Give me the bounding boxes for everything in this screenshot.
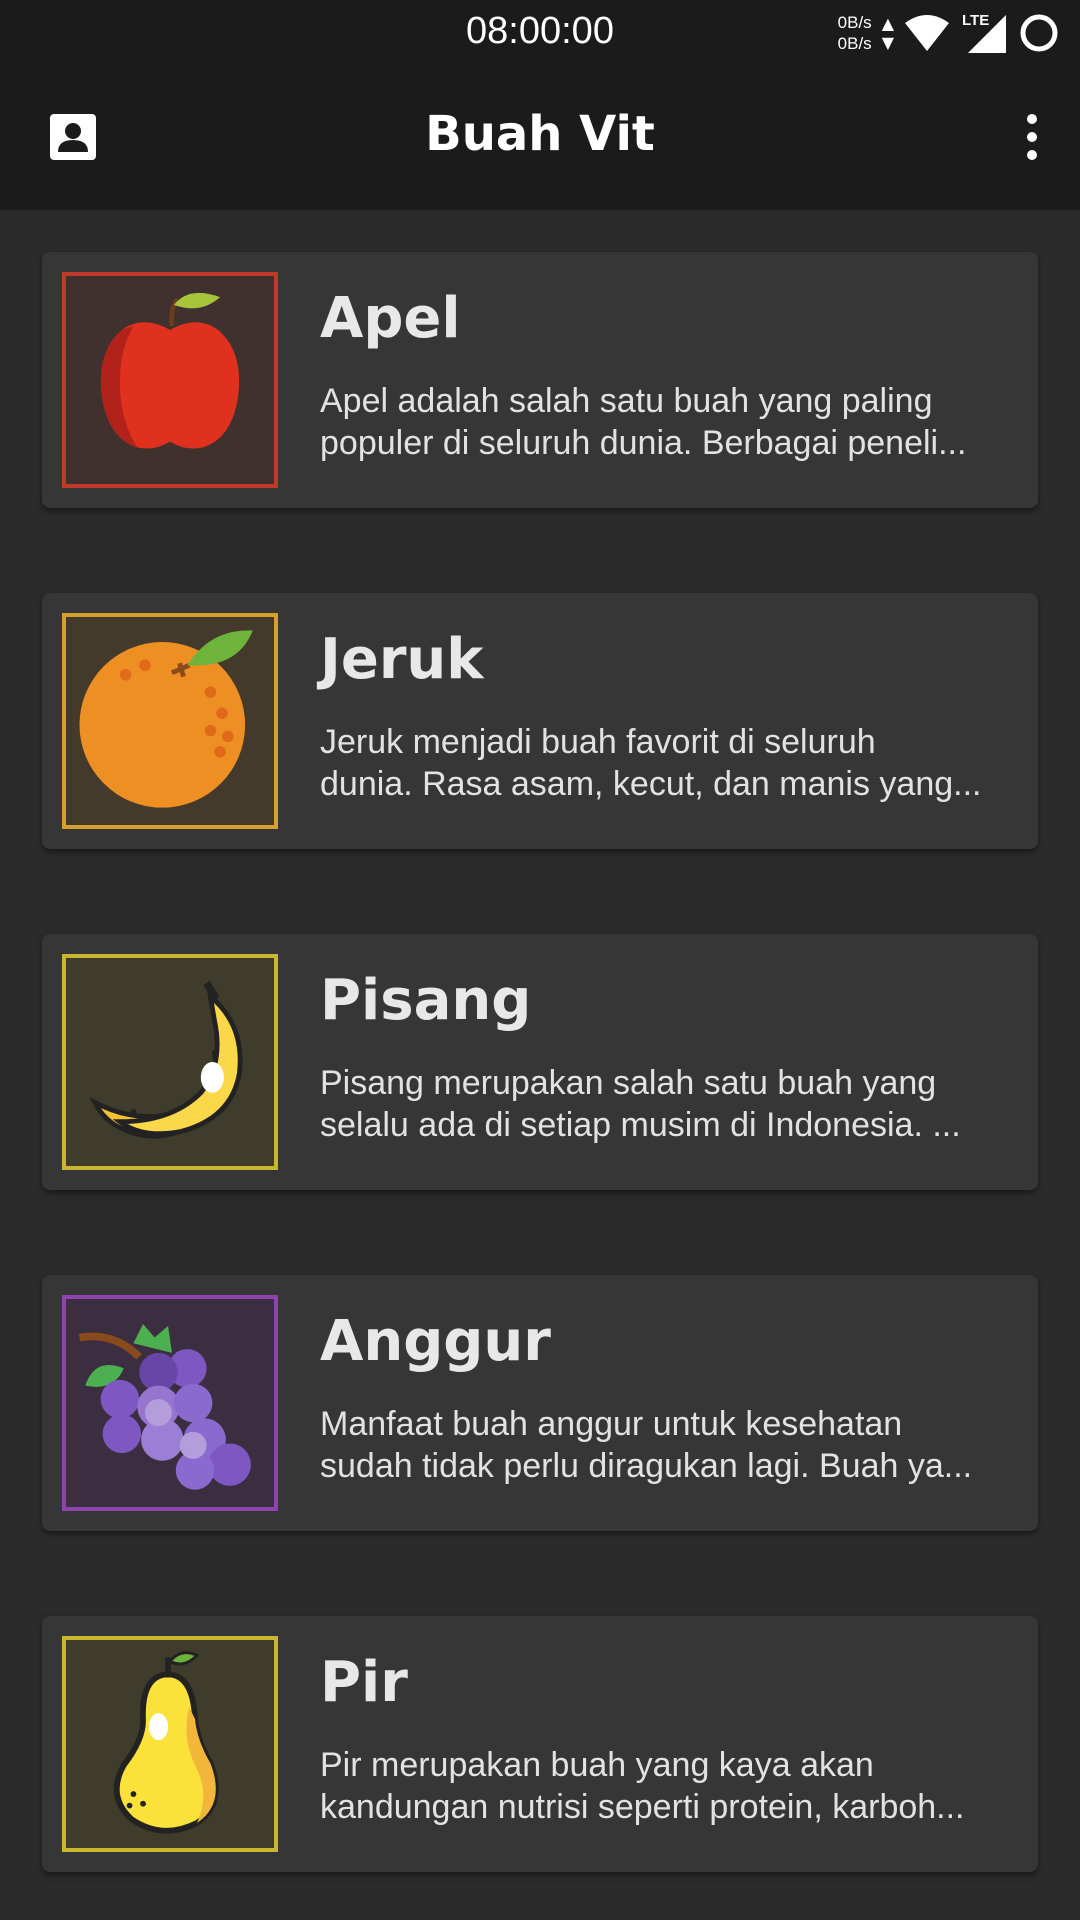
lte-signal-icon: LTE	[962, 12, 1006, 53]
fruit-card-jeruk[interactable]: Jeruk Jeruk menjadi buah favorit di selu…	[42, 593, 1038, 849]
fruit-description: Manfaat buah anggur untuk kesehatan suda…	[320, 1403, 1060, 1487]
fruit-description: Jeruk menjadi buah favorit di seluruh du…	[320, 721, 1060, 805]
fruit-desc-line2: dunia. Rasa asam, kecut, dan manis yang.…	[320, 765, 982, 803]
fruit-thumbnail	[62, 613, 278, 829]
fruit-thumbnail	[62, 1295, 278, 1511]
apple-icon	[100, 292, 240, 449]
fruit-desc-line2: kandungan nutrisi seperti protein, karbo…	[320, 1788, 965, 1826]
fruit-card-pisang[interactable]: Pisang Pisang merupakan salah satu buah …	[42, 934, 1038, 1190]
data-arrows-icon: ▲ ▼	[881, 14, 894, 52]
fruit-desc-line1: Apel adalah salah satu buah yang paling	[320, 382, 933, 420]
fruit-desc-line2: sudah tidak perlu diragukan lagi. Buah y…	[320, 1447, 973, 1485]
net-up-speed: 0B/s	[837, 13, 872, 32]
fruit-name: Pir	[320, 1650, 408, 1715]
fruit-desc-line2: selalu ada di setiap musim di Indonesia.…	[320, 1106, 961, 1144]
fruit-card-anggur[interactable]: Anggur Manfaat buah anggur untuk kesehat…	[42, 1275, 1038, 1531]
net-down-speed: 0B/s	[837, 34, 872, 53]
fruit-desc-line2: populer di seluruh dunia. Berbagai penel…	[320, 424, 967, 462]
fruit-description: Apel adalah salah satu buah yang paling …	[320, 380, 1060, 464]
pear-icon	[113, 1651, 219, 1834]
fruit-desc-line1: Pisang merupakan salah satu buah yang	[320, 1064, 937, 1102]
fruit-name: Pisang	[320, 968, 532, 1033]
fruit-thumbnail	[62, 954, 278, 1170]
fruit-description: Pisang merupakan salah satu buah yang se…	[320, 1062, 1060, 1146]
fruit-desc-line1: Pir merupakan buah yang kaya akan	[320, 1746, 874, 1784]
more-vert-icon[interactable]	[1014, 112, 1050, 162]
fruit-name: Apel	[320, 286, 461, 351]
network-speed: 0B/s 0B/s	[838, 12, 872, 54]
lte-label: LTE	[962, 12, 989, 29]
fruit-thumbnail	[62, 1636, 278, 1852]
fruit-card-apel[interactable]: Apel Apel adalah salah satu buah yang pa…	[42, 252, 1038, 508]
circle-icon	[1020, 14, 1058, 52]
fruit-name: Jeruk	[320, 627, 484, 692]
fruit-desc-line1: Manfaat buah anggur untuk kesehatan	[320, 1405, 903, 1443]
fruit-card-pir[interactable]: Pir Pir merupakan buah yang kaya akan ka…	[42, 1616, 1038, 1872]
app-bar: Buah Vit	[0, 66, 1080, 210]
wifi-icon	[905, 15, 949, 51]
fruit-name: Anggur	[320, 1309, 551, 1374]
banana-icon	[89, 980, 243, 1139]
app-title: Buah Vit	[425, 106, 655, 162]
orange-icon	[79, 630, 253, 808]
status-bar: 08:00:00 0B/s 0B/s ▲ ▼ LTE	[0, 0, 1080, 66]
fruit-description: Pir merupakan buah yang kaya akan kandun…	[320, 1744, 1060, 1828]
fruit-desc-line1: Jeruk menjadi buah favorit di seluruh	[320, 723, 876, 761]
grapes-icon	[78, 1324, 251, 1490]
fruit-thumbnail	[62, 272, 278, 488]
status-icons: 0B/s 0B/s ▲ ▼ LTE	[838, 8, 1060, 58]
